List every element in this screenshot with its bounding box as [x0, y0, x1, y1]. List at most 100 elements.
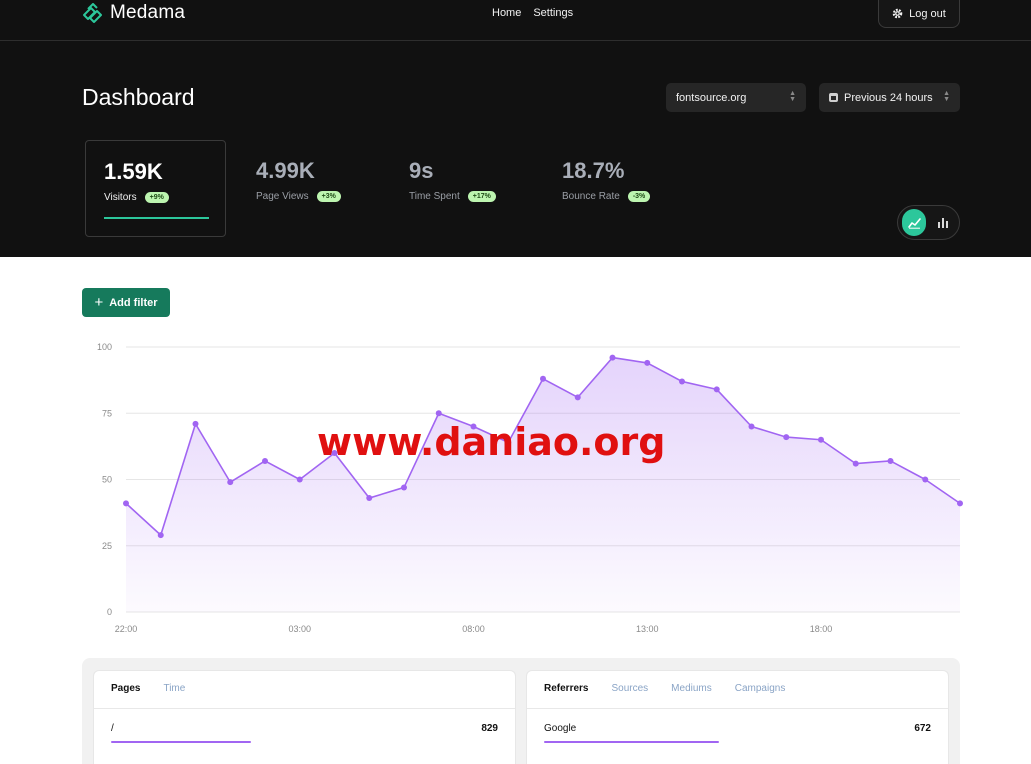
- y-tick-label: 0: [107, 607, 112, 617]
- data-point[interactable]: [296, 476, 303, 483]
- tab-time[interactable]: Time: [163, 683, 185, 694]
- nav-home-link[interactable]: Home: [492, 7, 521, 19]
- bar-chart-toggle-button[interactable]: [931, 209, 955, 236]
- x-tick-label: 03:00: [288, 624, 311, 634]
- stat-label: Visitors: [104, 192, 137, 203]
- main-nav: Home Settings: [492, 7, 573, 19]
- date-range-value: Previous 24 hours: [844, 91, 933, 104]
- tab-mediums[interactable]: Mediums: [671, 683, 712, 694]
- line-chart-icon: [907, 217, 921, 229]
- stat-value: 4.99K: [256, 158, 315, 183]
- add-filter-button[interactable]: + Add filter: [82, 288, 170, 317]
- y-tick-label: 100: [97, 342, 112, 352]
- chart-type-toggle: [897, 205, 960, 240]
- panel-divider: [94, 708, 515, 709]
- x-tick-label: 08:00: [462, 624, 485, 634]
- data-point[interactable]: [957, 500, 963, 507]
- table-row[interactable]: Google 672: [544, 721, 931, 749]
- stat-change-badge: +3%: [316, 191, 341, 202]
- tab-pages[interactable]: Pages: [111, 683, 140, 694]
- add-filter-label: Add filter: [109, 296, 158, 309]
- panel-divider: [527, 708, 948, 709]
- stat-card-visitors[interactable]: 1.59K Visitors +9%: [85, 140, 226, 237]
- data-point[interactable]: [192, 420, 199, 427]
- top-navbar: Medama Home Settings Log out: [0, 0, 1031, 41]
- y-tick-label: 25: [102, 541, 112, 551]
- row-proportion-bar: [544, 741, 720, 743]
- logout-button[interactable]: Log out: [878, 0, 960, 28]
- stat-card-page-views[interactable]: 4.99K Page Views +3%: [238, 140, 379, 237]
- data-point[interactable]: [783, 434, 790, 441]
- stat-card-bounce-rate[interactable]: 18.7% Bounce Rate -3%: [544, 140, 685, 237]
- select-chevron-icon: ▲ ▼: [943, 90, 950, 103]
- gear-icon: [892, 8, 903, 19]
- data-point[interactable]: [435, 410, 442, 417]
- referrers-panel-tabs: Referrers Sources Mediums Campaigns: [544, 683, 785, 694]
- table-row[interactable]: / 829: [111, 721, 498, 749]
- page-title: Dashboard: [82, 84, 195, 110]
- stat-value: 18.7%: [562, 158, 625, 183]
- active-stat-indicator: [104, 217, 209, 219]
- data-point[interactable]: [366, 495, 373, 502]
- visitors-area-chart: 0 25 50 75 100 22:00 03:00 08:00 13:00 18:00: [97, 342, 963, 634]
- data-point[interactable]: [852, 460, 859, 467]
- row-label: Google: [544, 723, 577, 734]
- data-point[interactable]: [609, 354, 616, 361]
- data-point[interactable]: [887, 457, 894, 464]
- data-point[interactable]: [227, 479, 234, 486]
- series-area: [126, 357, 960, 612]
- stat-label: Bounce Rate: [562, 191, 620, 202]
- data-point[interactable]: [123, 500, 129, 507]
- bar-chart-icon: [938, 217, 948, 228]
- row-value: 672: [914, 723, 931, 734]
- app-logo[interactable]: Medama: [82, 0, 185, 26]
- x-tick-label: 22:00: [115, 624, 138, 634]
- data-point[interactable]: [574, 394, 581, 401]
- data-point[interactable]: [679, 378, 685, 385]
- data-point[interactable]: [401, 484, 407, 491]
- date-range-select[interactable]: Previous 24 hours ▲ ▼: [819, 83, 960, 112]
- plus-icon: +: [94, 293, 104, 311]
- y-tick-label: 50: [102, 475, 112, 485]
- referrers-panel: Referrers Sources Mediums Campaigns Goog…: [526, 670, 949, 764]
- stat-value: 9s: [409, 158, 434, 183]
- data-point[interactable]: [540, 375, 546, 382]
- reports-section: Pages Time / 829 Referrers Sources Mediu…: [82, 658, 960, 764]
- data-point[interactable]: [262, 457, 268, 464]
- y-tick-label: 75: [102, 408, 112, 418]
- row-value: 829: [481, 723, 498, 734]
- data-point[interactable]: [157, 532, 164, 539]
- tab-referrers[interactable]: Referrers: [544, 683, 588, 694]
- data-point[interactable]: [644, 359, 651, 366]
- logout-label: Log out: [909, 7, 946, 20]
- stat-change-badge: +17%: [467, 191, 496, 202]
- data-point[interactable]: [818, 436, 824, 443]
- site-select[interactable]: fontsource.org ▲ ▼: [666, 83, 806, 112]
- x-tick-label: 18:00: [810, 624, 833, 634]
- calendar-icon: [829, 93, 838, 102]
- row-proportion-bar: [111, 741, 252, 743]
- data-point[interactable]: [748, 423, 755, 430]
- app-name: Medama: [110, 2, 186, 23]
- data-point[interactable]: [922, 476, 929, 483]
- pages-panel: Pages Time / 829: [93, 670, 516, 764]
- tab-campaigns[interactable]: Campaigns: [735, 683, 786, 694]
- stat-card-time-spent[interactable]: 9s Time Spent +17%: [391, 140, 532, 237]
- data-point[interactable]: [713, 386, 720, 393]
- stat-change-badge: +9%: [144, 192, 169, 203]
- line-chart-toggle-button[interactable]: [902, 209, 926, 236]
- stat-label: Page Views: [256, 191, 309, 202]
- medama-logo-icon: [83, 3, 102, 23]
- x-tick-label: 13:00: [636, 624, 659, 634]
- stat-value: 1.59K: [104, 159, 163, 184]
- tab-sources[interactable]: Sources: [611, 683, 648, 694]
- dashboard-header: Medama Home Settings Log out Dashboard f…: [0, 0, 1031, 257]
- site-select-value: fontsource.org: [676, 91, 747, 104]
- watermark-text: www.daniao.org: [317, 420, 666, 464]
- pages-panel-tabs: Pages Time: [111, 683, 185, 694]
- stat-change-badge: -3%: [627, 191, 651, 202]
- nav-settings-link[interactable]: Settings: [533, 7, 573, 19]
- stat-label: Time Spent: [409, 191, 460, 202]
- row-label: /: [111, 723, 114, 734]
- select-chevron-icon: ▲ ▼: [789, 90, 796, 103]
